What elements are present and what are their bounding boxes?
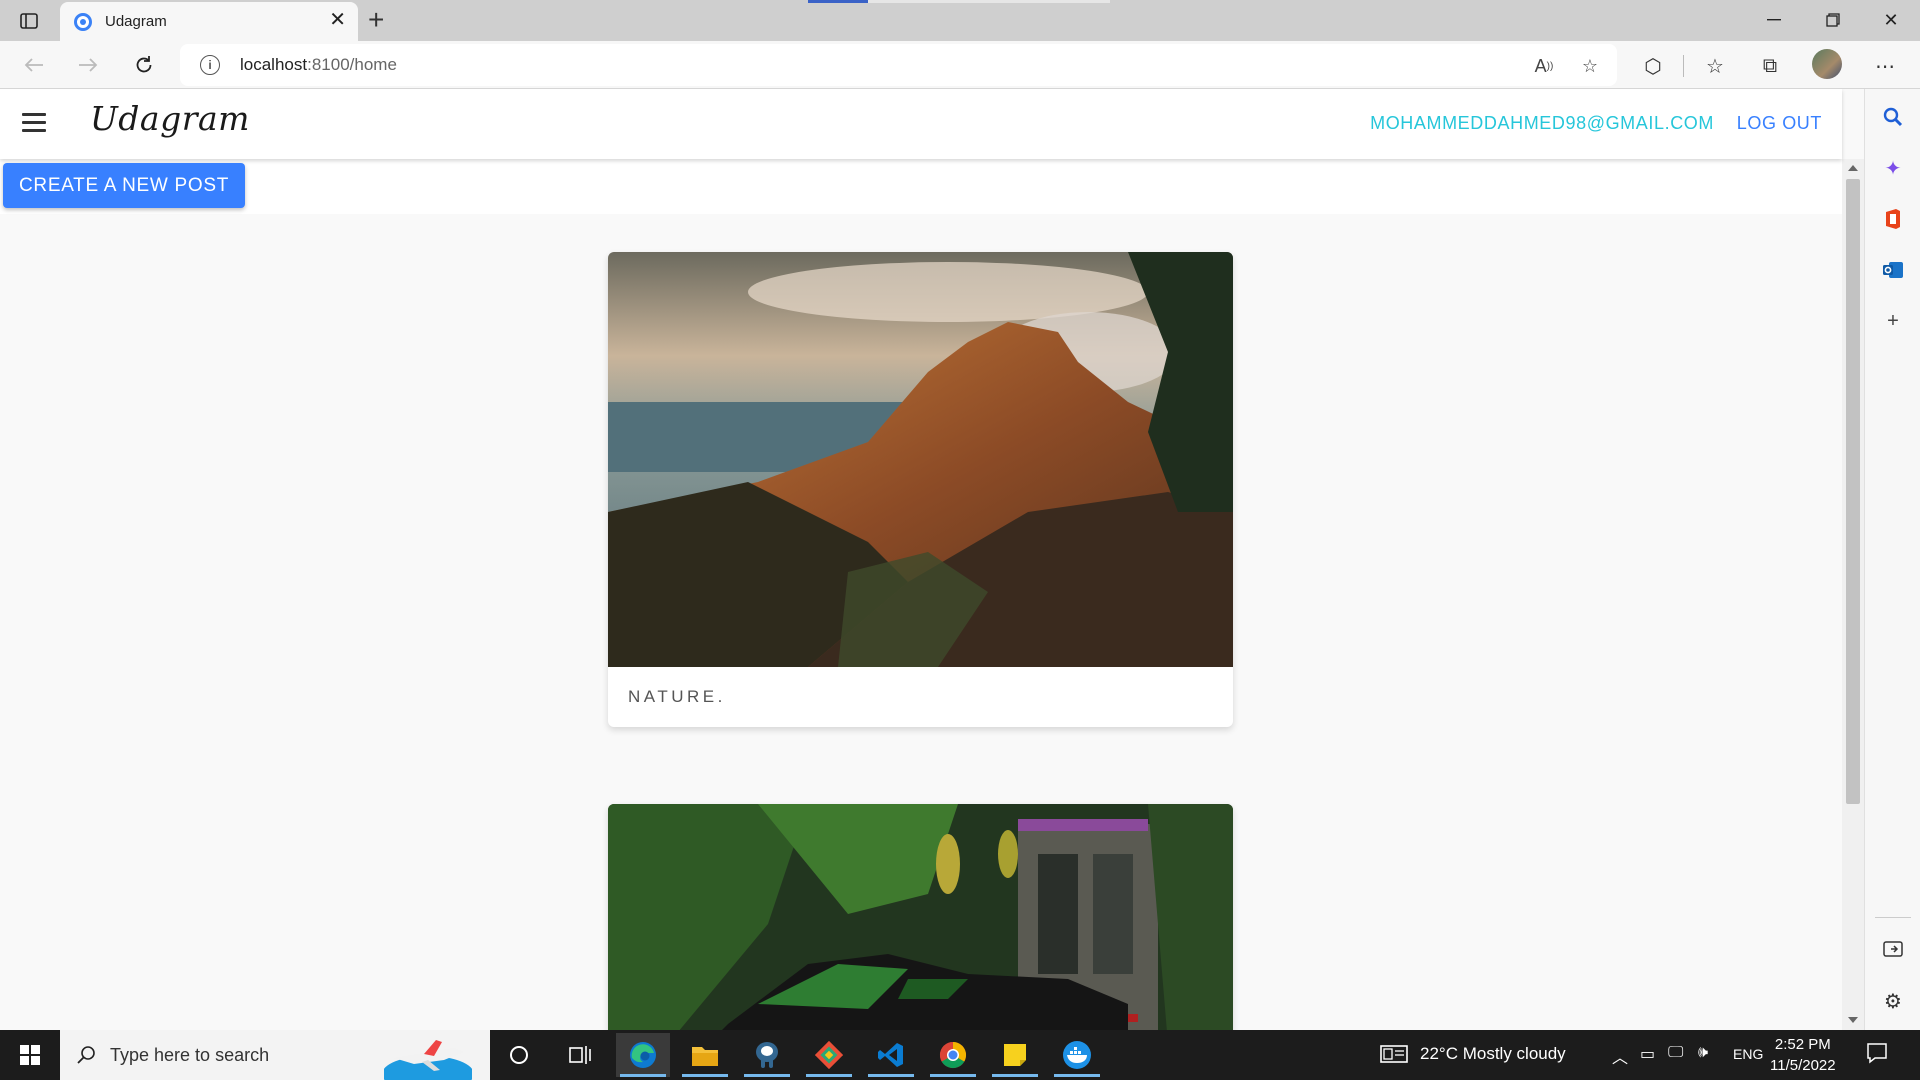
running-app-indicator bbox=[992, 1074, 1038, 1077]
notification-center-icon[interactable] bbox=[1866, 1042, 1888, 1069]
file-explorer-icon[interactable] bbox=[678, 1033, 732, 1077]
discover-icon[interactable]: ✦ bbox=[1879, 154, 1907, 182]
back-icon[interactable] bbox=[18, 49, 50, 81]
pgadmin-icon[interactable] bbox=[740, 1033, 794, 1077]
windows-taskbar: Type here to search 22°C Mostly cloudy ︿… bbox=[0, 1030, 1920, 1080]
windows-start-icon[interactable] bbox=[0, 1030, 60, 1080]
network-icon[interactable]: 🖵 bbox=[1668, 1044, 1683, 1062]
loading-indicator bbox=[808, 0, 1110, 3]
collections-icon[interactable]: ⧉ bbox=[1755, 51, 1785, 81]
outlook-icon[interactable] bbox=[1879, 256, 1907, 284]
tab-title: Udagram bbox=[105, 13, 167, 30]
more-options-icon[interactable]: ⋯ bbox=[1870, 51, 1900, 81]
scroll-up-icon[interactable] bbox=[1848, 165, 1858, 171]
edge-browser-icon[interactable] bbox=[616, 1033, 670, 1077]
edge-sidebar: ✦ + ⚙ bbox=[1864, 89, 1920, 1030]
address-bar[interactable]: i localhost:8100/home A)) ☆ bbox=[180, 44, 1617, 86]
sticky-notes-icon[interactable] bbox=[988, 1033, 1042, 1077]
system-clock[interactable]: 2:52 PM 11/5/2022 bbox=[1770, 1034, 1836, 1076]
chrome-icon[interactable] bbox=[926, 1033, 980, 1077]
browser-toolbar: i localhost:8100/home A)) ☆ ⬡ ☆ ⧉ ⋯ bbox=[0, 41, 1920, 89]
docker-icon[interactable] bbox=[1050, 1033, 1104, 1077]
add-favorite-icon[interactable]: ☆ bbox=[1576, 52, 1604, 80]
scroll-down-icon[interactable] bbox=[1848, 1017, 1858, 1023]
running-app-indicator bbox=[930, 1074, 976, 1077]
taskbar-search-placeholder: Type here to search bbox=[110, 1044, 270, 1065]
user-email[interactable]: MOHAMMEDDAHMED98@GMAIL.COM bbox=[1370, 113, 1714, 134]
post-image-mountain bbox=[608, 252, 1233, 667]
git-kraken-icon[interactable] bbox=[802, 1033, 856, 1077]
add-sidebar-app-icon[interactable]: + bbox=[1879, 307, 1907, 335]
feed-card bbox=[608, 804, 1233, 1030]
running-app-indicator bbox=[868, 1074, 914, 1077]
running-app-indicator bbox=[806, 1074, 852, 1077]
post-image-motorcycle bbox=[608, 804, 1233, 1030]
running-app-indicator bbox=[1054, 1074, 1100, 1077]
battery-icon[interactable]: ▭ bbox=[1640, 1044, 1655, 1064]
language-indicator[interactable]: ENG bbox=[1733, 1046, 1763, 1062]
cortana-icon[interactable] bbox=[492, 1033, 546, 1077]
scrollbar-thumb[interactable] bbox=[1846, 179, 1860, 804]
address-url[interactable]: localhost:8100/home bbox=[240, 55, 397, 75]
post-caption: NATURE. bbox=[628, 687, 726, 706]
clock-date: 11/5/2022 bbox=[1770, 1057, 1836, 1074]
active-app-indicator bbox=[620, 1074, 666, 1077]
taskbar-search-box[interactable]: Type here to search bbox=[60, 1030, 490, 1080]
refresh-icon[interactable] bbox=[128, 49, 160, 81]
browser-tab-bar: Udagram ✕ + ✕ bbox=[0, 0, 1920, 41]
app-favicon-icon bbox=[74, 12, 92, 31]
extensions-icon[interactable]: ⬡ bbox=[1638, 51, 1668, 81]
close-window-icon[interactable]: ✕ bbox=[1868, 6, 1914, 34]
toolbar-divider bbox=[1683, 55, 1684, 77]
page-scrollbar[interactable] bbox=[1842, 159, 1864, 1030]
profile-avatar[interactable] bbox=[1812, 49, 1842, 79]
vscode-icon[interactable] bbox=[864, 1033, 918, 1077]
search-highlight-airplane-icon bbox=[384, 1040, 472, 1080]
volume-icon[interactable]: 🕪 bbox=[1698, 1044, 1708, 1062]
create-post-button[interactable]: CREATE A NEW POST bbox=[3, 163, 245, 208]
clock-time: 2:52 PM bbox=[1774, 1036, 1831, 1053]
web-page: Udagram MOHAMMEDDAHMED98@GMAIL.COM LOG O… bbox=[0, 89, 1864, 1030]
weather-icon[interactable] bbox=[1380, 1043, 1408, 1070]
browser-tab[interactable]: Udagram ✕ bbox=[60, 2, 358, 41]
hide-sidebar-icon[interactable] bbox=[1879, 935, 1907, 963]
office-icon[interactable] bbox=[1879, 205, 1907, 233]
read-aloud-icon[interactable]: A)) bbox=[1530, 52, 1558, 80]
site-info-icon[interactable]: i bbox=[200, 55, 220, 75]
logout-button[interactable]: LOG OUT bbox=[1737, 113, 1822, 134]
close-tab-icon[interactable]: ✕ bbox=[329, 10, 346, 30]
app-logo[interactable]: Udagram bbox=[90, 99, 250, 138]
sidebar-divider bbox=[1875, 917, 1911, 918]
running-app-indicator bbox=[744, 1074, 790, 1077]
tab-actions-icon[interactable] bbox=[16, 9, 42, 33]
task-view-icon[interactable] bbox=[553, 1033, 607, 1077]
weather-text[interactable]: 22°C Mostly cloudy bbox=[1420, 1044, 1566, 1064]
create-post-bar bbox=[0, 159, 1842, 214]
hamburger-menu-icon[interactable] bbox=[22, 113, 48, 135]
search-icon[interactable] bbox=[1879, 103, 1907, 131]
running-app-indicator bbox=[682, 1074, 728, 1077]
app-header: Udagram MOHAMMEDDAHMED98@GMAIL.COM LOG O… bbox=[0, 89, 1842, 159]
search-icon bbox=[77, 1046, 95, 1064]
settings-gear-icon[interactable]: ⚙ bbox=[1879, 987, 1907, 1015]
favorites-icon[interactable]: ☆ bbox=[1700, 51, 1730, 81]
forward-icon[interactable] bbox=[72, 49, 104, 81]
minimize-icon[interactable] bbox=[1751, 6, 1797, 34]
show-hidden-icons-icon[interactable]: ︿ bbox=[1612, 1044, 1628, 1068]
new-tab-icon[interactable]: + bbox=[368, 6, 384, 34]
feed-card: NATURE. bbox=[608, 252, 1233, 727]
restore-icon[interactable] bbox=[1810, 6, 1856, 34]
